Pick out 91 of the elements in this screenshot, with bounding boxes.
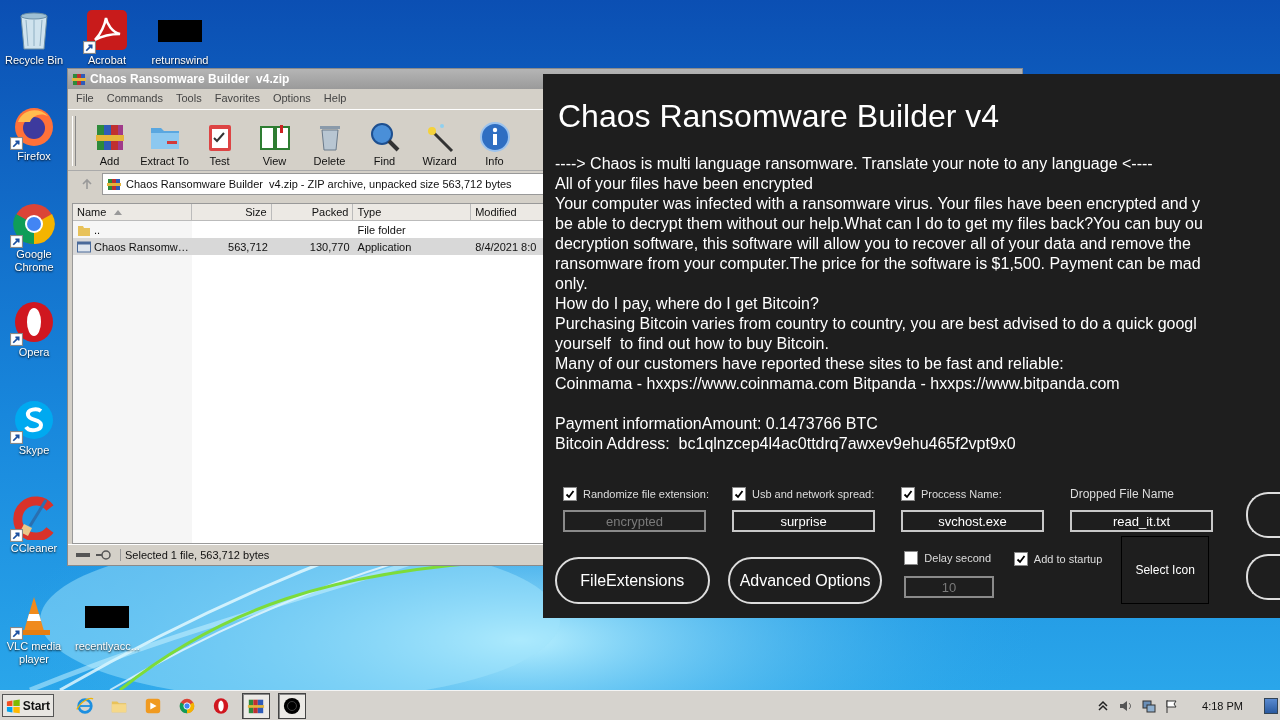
window-title: Chaos Ransomware Builder v4.zip <box>90 72 290 86</box>
note-line: Coinmama - hxxps://www.coinmama.com Bitpanda - hxxps://www.bitpanda.com <box>555 374 1120 394</box>
note-line: be able to decrypt them without our help.What can I do to get my files back?You can buy ou <box>555 214 1203 234</box>
text-field[interactable]: read_it.txt <box>1070 510 1213 532</box>
file-row[interactable]: Chaos Ransomw… 563,712 130,770 Application 8/4/2021 8:0 <box>73 238 543 255</box>
toolbar-button[interactable]: Find <box>357 121 412 170</box>
text-field[interactable]: surprise <box>732 510 875 532</box>
app-icon[interactable] <box>283 696 301 715</box>
taskbar-button[interactable] <box>278 692 306 719</box>
file-name: Chaos Ransomw… <box>94 240 189 253</box>
round-button[interactable] <box>1246 554 1280 600</box>
desktop-icon-label[interactable]: Acrobat <box>88 54 126 67</box>
column-header[interactable]: Modified <box>471 204 543 220</box>
desktop-icon-label[interactable]: Firefox <box>17 150 51 163</box>
desktop-icon-label[interactable]: returnswind <box>151 54 209 67</box>
note-line: Your computer was infected with a ransomware virus. Your files have been encrypted and y <box>555 194 1201 214</box>
note-line: decryption software, this software will allow you to recover all of your data and remove the <box>555 234 1191 254</box>
checkbox[interactable] <box>1013 552 1028 566</box>
start-button[interactable]: Start <box>2 694 54 717</box>
clock[interactable]: 4:18 PM <box>1202 699 1243 712</box>
desktop-icon-label[interactable]: Opera <box>18 346 50 359</box>
toolbar-button[interactable]: Add <box>82 121 137 170</box>
checkbox[interactable] <box>732 487 746 501</box>
menu-item[interactable]: Help <box>323 92 347 106</box>
taskbar-button[interactable] <box>242 692 270 719</box>
cleaner-icon <box>12 496 56 540</box>
type-cell: File folder <box>357 223 406 236</box>
desktop-icon-label[interactable]: Recycle Bin <box>4 54 64 67</box>
file-row[interactable]: .. File folder <box>73 221 543 238</box>
menu-item[interactable]: File <box>76 92 94 106</box>
menu-item[interactable]: Commands <box>106 92 163 106</box>
column-header[interactable]: Name <box>73 204 192 220</box>
pdf-app-icon <box>85 8 129 52</box>
browser-icon <box>12 202 56 246</box>
option-button[interactable]: Advanced Options <box>727 557 883 604</box>
toolbar-button[interactable]: Delete <box>302 121 357 170</box>
round-button[interactable] <box>1246 492 1280 538</box>
note-line: All of your files have been encrypted <box>555 174 813 194</box>
search-icon <box>368 121 401 153</box>
desktop-icon-label[interactable]: Google Chrome <box>2 248 66 274</box>
show-desktop-button[interactable] <box>1264 697 1278 714</box>
program-icon <box>77 239 91 254</box>
chat-app-icon <box>12 398 56 442</box>
info-icon <box>478 121 511 153</box>
note-line: ransomware from your computer.The price for the software is $1,500. Payment can be mad <box>555 254 1201 274</box>
path-field[interactable]: Chaos Ransomware Builder v4.zip - ZIP archive, unpacked size 563,712 bytes <box>102 173 544 195</box>
opera-icon <box>12 300 56 344</box>
menu-item[interactable]: Options <box>272 92 311 106</box>
toolbar-button[interactable]: Info <box>467 121 522 170</box>
windows-logo-icon <box>6 697 21 714</box>
menu-item[interactable]: Favorites <box>214 92 260 106</box>
option-label: Usb and network spread: <box>752 488 875 500</box>
desktop-icon-label[interactable]: Skype <box>18 444 50 457</box>
column-header[interactable]: Size <box>191 204 272 220</box>
field-label: Dropped File Name <box>1070 487 1175 501</box>
option-label: Delay second <box>924 552 991 564</box>
books-icon <box>107 177 121 191</box>
column-header[interactable]: Packed <box>271 204 354 220</box>
toolbar-button[interactable]: Wizard <box>412 121 467 170</box>
network-icon[interactable] <box>1142 698 1157 713</box>
option-label: Randomize file extension: <box>583 488 709 500</box>
option-label: Proccess Name: <box>921 488 1002 500</box>
option-label: Add to startup <box>1033 553 1103 565</box>
drive-key-icon <box>74 548 114 562</box>
toolbar-button[interactable]: Test <box>192 121 247 170</box>
note-line: Many of our customers have reported these sites to be fast and reliable: <box>555 354 1064 374</box>
text-field[interactable]: svchost.exe <box>901 510 1044 532</box>
column-header[interactable]: Type <box>353 204 472 220</box>
type-cell: Application <box>357 240 412 253</box>
note-line: Purchasing Bitcoin varies from country to country, you are best advised to do a quick googl <box>555 314 1197 334</box>
flag-icon[interactable] <box>1165 698 1180 713</box>
toolbar-button[interactable]: View <box>247 121 302 170</box>
modified-cell: 8/4/2021 8:0 <box>475 240 537 253</box>
option-button[interactable]: FileExtensions <box>555 557 710 604</box>
menu-item[interactable]: Tools <box>176 92 202 106</box>
note-line: ----> Chaos is multi language ransomware. Translate your note to any language <---- <box>555 154 1153 174</box>
note-line: only. <box>555 274 588 294</box>
note-line: yourself to find out how to buy Bitcoin. <box>555 334 829 354</box>
checkbox[interactable] <box>901 487 915 501</box>
packed-cell: 130,770 <box>309 240 350 253</box>
toolbar-button[interactable]: Extract To <box>137 121 192 170</box>
window-heading: Chaos Ransomware Builder v4 <box>558 97 1001 136</box>
payment-line: Bitcoin Address: bc1qlnzcep4l4ac0ttdrq7awxev9ehu465f2vpt9x0 <box>555 434 1016 454</box>
size-cell: 563,712 <box>228 240 268 253</box>
payment-line: Payment informationAmount: 0.1473766 BTC <box>555 414 878 434</box>
status-text: Selected 1 file, 563,712 bytes <box>120 549 270 561</box>
select-icon-button[interactable]: Select Icon <box>1121 536 1209 604</box>
speaker-icon[interactable] <box>1119 698 1134 713</box>
books-icon <box>72 72 86 86</box>
note-line: How do I pay, where do I get Bitcoin? <box>555 294 819 314</box>
file-name: .. <box>94 223 101 236</box>
